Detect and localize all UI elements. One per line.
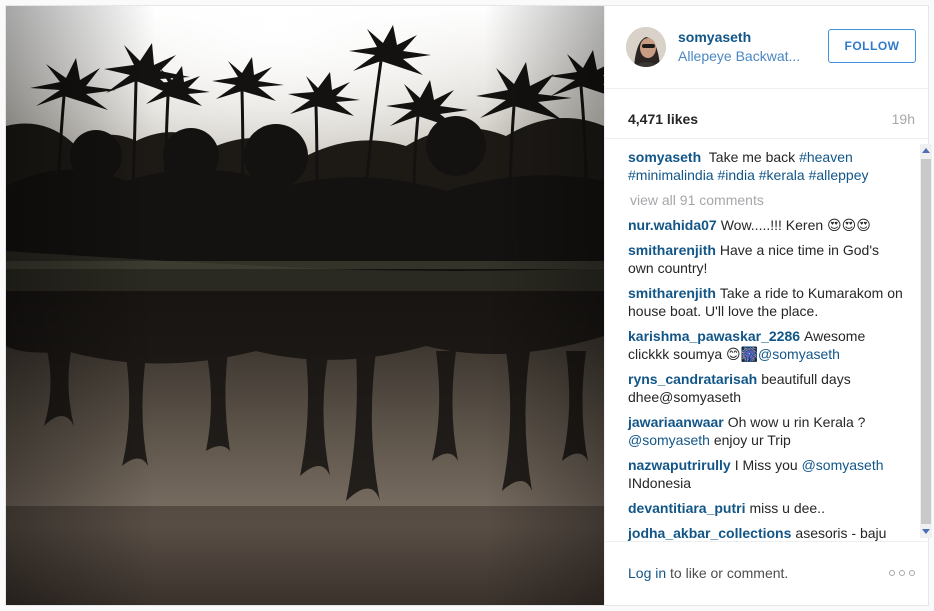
hashtag[interactable]: #alleppey xyxy=(809,167,869,183)
post-sidebar: somyaseth Allepeye Backwat... FOLLOW 4,4… xyxy=(604,6,932,605)
post-header: somyaseth Allepeye Backwat... FOLLOW xyxy=(605,6,929,89)
scroll-down-button[interactable] xyxy=(920,524,932,538)
comment-text: asesoris - baju xyxy=(795,525,887,541)
scrollbar-thumb[interactable] xyxy=(921,159,931,525)
comment-mention[interactable]: @somyaseth xyxy=(758,346,840,362)
view-all-comments-link[interactable]: view all 91 comments xyxy=(630,191,906,209)
comment-username[interactable]: smitharenjith xyxy=(628,285,716,301)
login-prompt-text: to like or comment. xyxy=(666,565,789,581)
comment-item: smitharenjith Take a ride to Kumarakom on… xyxy=(628,284,906,320)
more-options-icon[interactable] xyxy=(889,570,915,578)
comment-username[interactable]: nazwaputrirully xyxy=(628,457,731,473)
comment-username[interactable]: jodha_akbar_collections xyxy=(628,525,791,541)
post-card: somyaseth Allepeye Backwat... FOLLOW 4,4… xyxy=(5,5,932,606)
post-username[interactable]: somyaseth xyxy=(678,29,751,45)
comment-item: devantitiara_putri miss u dee.. xyxy=(628,499,906,517)
comment-mention[interactable]: @somyaseth xyxy=(628,432,710,448)
hashtag[interactable]: #kerala xyxy=(759,167,805,183)
comment-text: miss u dee.. xyxy=(749,500,825,516)
comment-username[interactable]: ryns_candratarisah xyxy=(628,371,757,387)
post-photo[interactable] xyxy=(6,6,604,605)
likes-count[interactable]: 4,471 likes xyxy=(628,111,698,127)
hashtag[interactable]: #heaven xyxy=(799,149,853,165)
likes-row: 4,471 likes 19h xyxy=(605,89,929,139)
comment-username[interactable]: smitharenjith xyxy=(628,242,716,258)
post-timestamp[interactable]: 19h xyxy=(892,111,915,127)
comment-username[interactable]: karishma_pawaskar_2286 xyxy=(628,328,800,344)
hashtag[interactable]: #minimalindia xyxy=(628,167,714,183)
page-background: somyaseth Allepeye Backwat... FOLLOW 4,4… xyxy=(0,0,934,611)
login-prompt: Log in to like or comment. xyxy=(628,565,788,581)
comment-mention[interactable]: @somyaseth xyxy=(802,457,884,473)
post-location[interactable]: Allepeye Backwat... xyxy=(678,48,808,64)
comment-item: karishma_pawaskar_2286 Awesome clickkk so… xyxy=(628,327,906,363)
comment-item: jodha_akbar_collections asesoris - baju xyxy=(628,524,906,541)
backwater-photo-art xyxy=(6,6,604,605)
comment-item: smitharenjith Have a nice time in God's o… xyxy=(628,241,906,277)
caption: somyaseth Take me back #heaven #minimali… xyxy=(628,148,906,184)
comment-text-after: INdonesia xyxy=(628,475,692,491)
follow-button[interactable]: FOLLOW xyxy=(828,29,916,63)
login-link[interactable]: Log in xyxy=(628,565,666,581)
scroll-up-button[interactable] xyxy=(920,144,932,158)
caption-text: Take me back xyxy=(708,149,796,165)
dot-icon xyxy=(909,570,915,576)
comment-item: nur.wahida07 Wow.....!!! Keren 😍😍😍 xyxy=(628,216,906,234)
comments-content: somyaseth Take me back #heaven #minimali… xyxy=(628,148,906,541)
dot-icon xyxy=(899,570,905,576)
hashtag[interactable]: #india xyxy=(717,167,754,183)
comments-list[interactable]: somyaseth Take me back #heaven #minimali… xyxy=(605,139,929,541)
comment-item: ryns_candratarisah beautifull days dhee@s… xyxy=(628,370,906,406)
comment-username[interactable]: devantitiara_putri xyxy=(628,500,745,516)
comment-text-after: enjoy ur Trip xyxy=(713,432,791,448)
dot-icon xyxy=(889,570,895,576)
caption-username[interactable]: somyaseth xyxy=(628,149,701,165)
comments-scrollbar[interactable] xyxy=(920,144,932,538)
avatar-photo xyxy=(626,27,666,67)
comment-item: jawariaanwaar Oh wow u rin Kerala ? @somy… xyxy=(628,413,906,449)
scroll-up-arrow-icon xyxy=(922,148,930,153)
comment-text: Wow.....!!! Keren 😍😍😍 xyxy=(720,217,871,233)
comment-text: I Miss you xyxy=(734,457,798,473)
comment-item: nazwaputrirully I Miss you @somyaseth INd… xyxy=(628,456,906,492)
scroll-down-arrow-icon xyxy=(922,529,930,534)
comment-username[interactable]: nur.wahida07 xyxy=(628,217,717,233)
user-avatar[interactable] xyxy=(626,27,666,67)
comment-text: Oh wow u rin Kerala ? xyxy=(727,414,866,430)
comment-username[interactable]: jawariaanwaar xyxy=(628,414,724,430)
post-footer: Log in to like or comment. xyxy=(605,541,929,605)
